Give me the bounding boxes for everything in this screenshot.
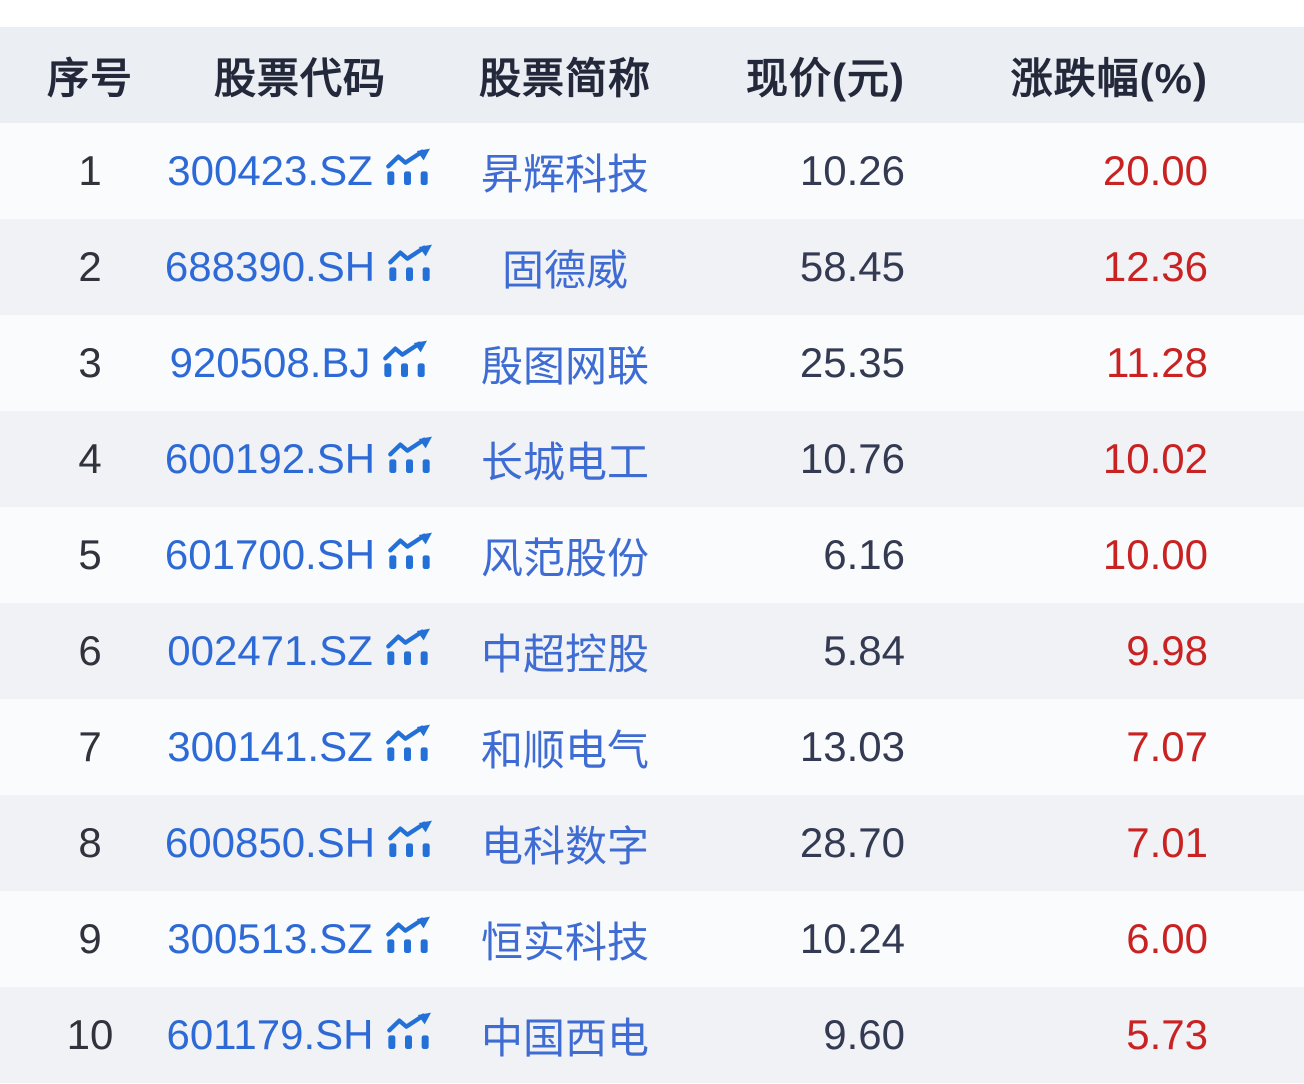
stock-name-link[interactable]: 固德威 [502, 247, 628, 294]
trending-up-icon[interactable] [383, 627, 433, 669]
stock-code-cell: 300513.SZ [150, 891, 450, 987]
table-row: 7 300141.SZ 和顺电气 [0, 699, 1304, 795]
change-cell: 20.00 [930, 123, 1304, 219]
table-row: 6 002471.SZ 中超控股 [0, 603, 1304, 699]
row-index: 8 [0, 795, 150, 891]
col-header-code: 股票代码 [150, 27, 450, 123]
trending-up-icon[interactable] [380, 339, 430, 381]
table-row: 9 300513.SZ 恒实科技 [0, 891, 1304, 987]
stock-gainers-page: 序号 股票代码 股票简称 现价(元) 涨跌幅(%) 1 300423.SZ [0, 0, 1304, 1084]
trending-up-icon[interactable] [383, 915, 433, 957]
stock-code-cell: 601700.SH [150, 507, 450, 603]
price-cell: 10.26 [680, 123, 930, 219]
table-row: 3 920508.BJ 殷图网联 [0, 315, 1304, 411]
trending-up-icon[interactable] [385, 243, 435, 285]
stock-name-cell: 恒实科技 [450, 891, 680, 987]
stock-code-link[interactable]: 300423.SZ [167, 147, 373, 195]
change-cell: 9.98 [930, 603, 1304, 699]
price-cell: 9.60 [680, 987, 930, 1083]
stock-code-cell: 600850.SH [150, 795, 450, 891]
change-cell: 5.73 [930, 987, 1304, 1083]
stock-gainers-table: 序号 股票代码 股票简称 现价(元) 涨跌幅(%) 1 300423.SZ [0, 27, 1304, 1083]
stock-name-cell: 昇辉科技 [450, 123, 680, 219]
col-header-index: 序号 [0, 27, 150, 123]
stock-code-link[interactable]: 688390.SH [165, 243, 375, 291]
stock-name-link[interactable]: 中超控股 [481, 631, 649, 678]
stock-name-cell: 殷图网联 [450, 315, 680, 411]
trending-up-icon[interactable] [385, 435, 435, 477]
col-header-price: 现价(元) [680, 27, 930, 123]
trending-up-icon[interactable] [385, 531, 435, 573]
change-cell: 7.07 [930, 699, 1304, 795]
stock-code-link[interactable]: 601700.SH [165, 531, 375, 579]
stock-name-link[interactable]: 昇辉科技 [481, 151, 649, 198]
row-index: 6 [0, 603, 150, 699]
price-cell: 58.45 [680, 219, 930, 315]
stock-name-cell: 中国西电 [450, 987, 680, 1083]
stock-code-link[interactable]: 600192.SH [165, 435, 375, 483]
change-cell: 10.00 [930, 507, 1304, 603]
stock-name-cell: 中超控股 [450, 603, 680, 699]
change-cell: 12.36 [930, 219, 1304, 315]
stock-name-link[interactable]: 殷图网联 [481, 343, 649, 390]
row-index: 4 [0, 411, 150, 507]
stock-code-cell: 002471.SZ [150, 603, 450, 699]
trending-up-icon[interactable] [383, 723, 433, 765]
stock-code-link[interactable]: 300513.SZ [167, 915, 373, 963]
change-cell: 11.28 [930, 315, 1304, 411]
stock-code-cell: 920508.BJ [150, 315, 450, 411]
stock-code-link[interactable]: 002471.SZ [167, 627, 373, 675]
stock-code-cell: 601179.SH [150, 987, 450, 1083]
stock-name-cell: 固德威 [450, 219, 680, 315]
stock-name-link[interactable]: 风范股份 [481, 535, 649, 582]
col-header-name: 股票简称 [450, 27, 680, 123]
table-row: 4 600192.SH 长城电工 [0, 411, 1304, 507]
change-cell: 6.00 [930, 891, 1304, 987]
row-index: 1 [0, 123, 150, 219]
stock-code-link[interactable]: 920508.BJ [170, 339, 371, 387]
table-header-row: 序号 股票代码 股票简称 现价(元) 涨跌幅(%) [0, 27, 1304, 123]
table-row: 1 300423.SZ 昇辉科技 [0, 123, 1304, 219]
table-row: 2 688390.SH 固德威 [0, 219, 1304, 315]
stock-name-link[interactable]: 电科数字 [481, 823, 649, 870]
stock-code-cell: 600192.SH [150, 411, 450, 507]
stock-name-cell: 电科数字 [450, 795, 680, 891]
price-cell: 10.76 [680, 411, 930, 507]
stock-name-cell: 长城电工 [450, 411, 680, 507]
trending-up-icon[interactable] [385, 819, 435, 861]
stock-name-link[interactable]: 恒实科技 [481, 919, 649, 966]
stock-code-link[interactable]: 600850.SH [165, 819, 375, 867]
stock-name-link[interactable]: 长城电工 [481, 439, 649, 486]
change-cell: 7.01 [930, 795, 1304, 891]
stock-code-cell: 300423.SZ [150, 123, 450, 219]
price-cell: 10.24 [680, 891, 930, 987]
price-cell: 28.70 [680, 795, 930, 891]
row-index: 10 [0, 987, 150, 1083]
trending-up-icon[interactable] [384, 1011, 434, 1053]
stock-name-link[interactable]: 中国西电 [481, 1015, 649, 1062]
price-cell: 25.35 [680, 315, 930, 411]
stock-code-cell: 688390.SH [150, 219, 450, 315]
table-row: 10 601179.SH 中国西电 [0, 987, 1304, 1083]
top-margin [0, 0, 1304, 27]
stock-name-cell: 风范股份 [450, 507, 680, 603]
table-row: 5 601700.SH 风范股份 [0, 507, 1304, 603]
col-header-change: 涨跌幅(%) [930, 27, 1304, 123]
trending-up-icon[interactable] [383, 147, 433, 189]
price-cell: 13.03 [680, 699, 930, 795]
row-index: 2 [0, 219, 150, 315]
stock-name-link[interactable]: 和顺电气 [481, 727, 649, 774]
stock-name-cell: 和顺电气 [450, 699, 680, 795]
stock-code-cell: 300141.SZ [150, 699, 450, 795]
row-index: 7 [0, 699, 150, 795]
row-index: 3 [0, 315, 150, 411]
price-cell: 6.16 [680, 507, 930, 603]
stock-code-link[interactable]: 601179.SH [166, 1011, 373, 1059]
row-index: 9 [0, 891, 150, 987]
stock-code-link[interactable]: 300141.SZ [167, 723, 373, 771]
row-index: 5 [0, 507, 150, 603]
table-row: 8 600850.SH 电科数字 [0, 795, 1304, 891]
price-cell: 5.84 [680, 603, 930, 699]
change-cell: 10.02 [930, 411, 1304, 507]
